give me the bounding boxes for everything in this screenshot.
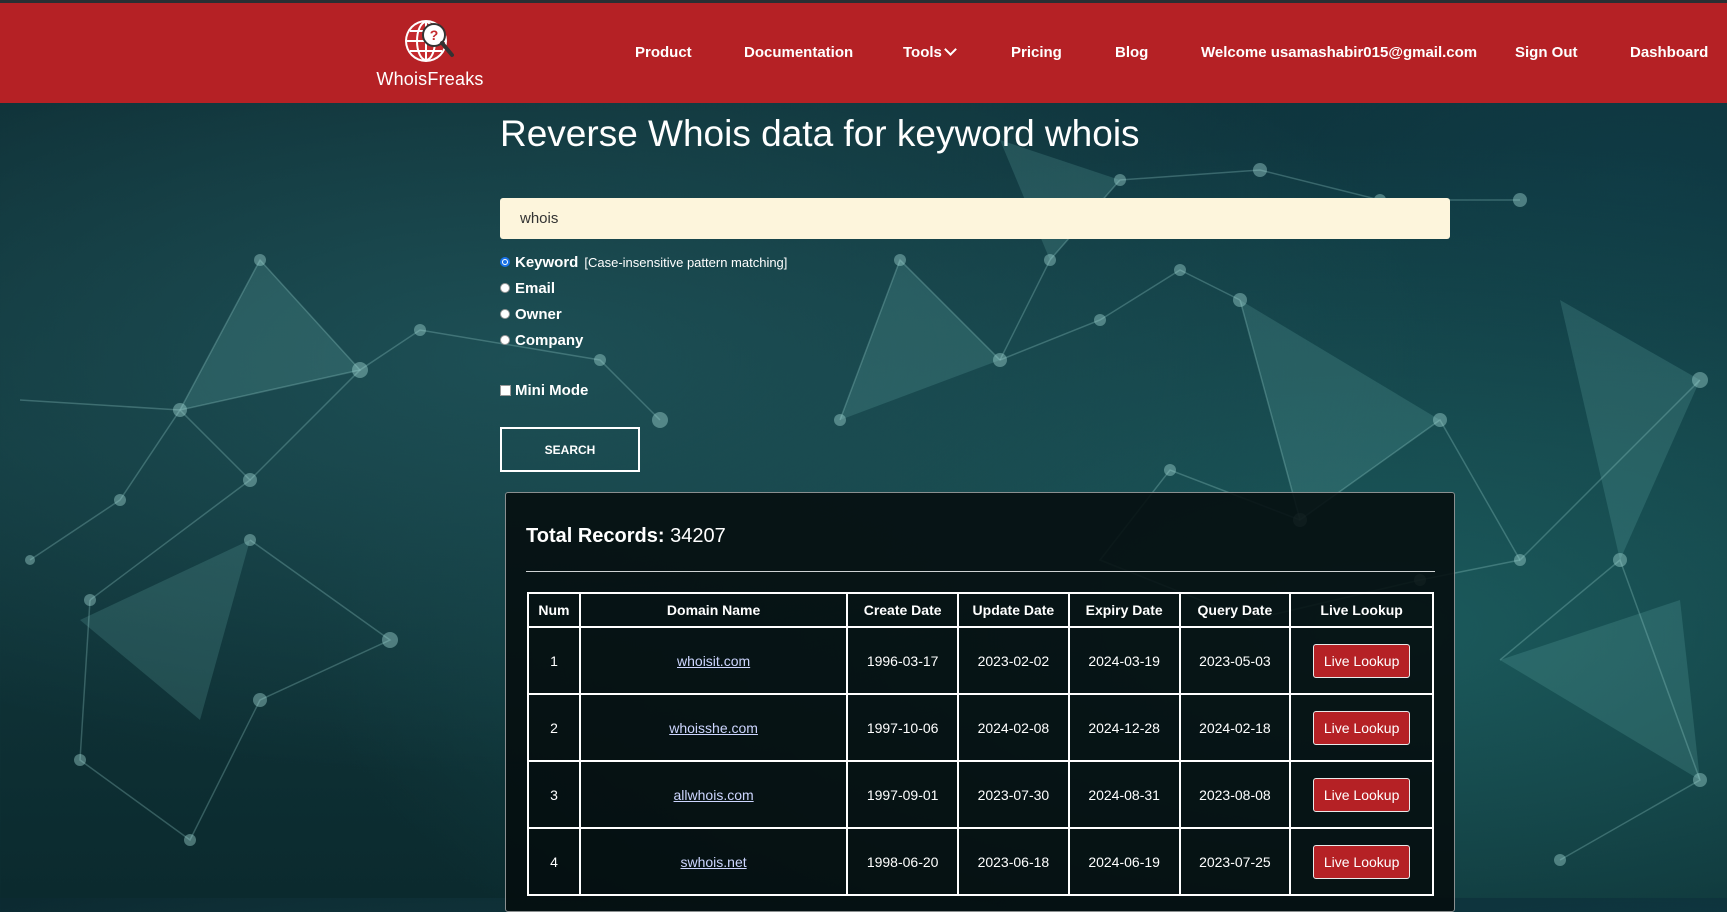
nav-welcome-user[interactable]: Welcome usamashabir015@gmail.com (1201, 44, 1477, 61)
cell-num: 1 (527, 626, 581, 695)
cell-expiry-date: 2024-06-19 (1067, 827, 1181, 896)
search-button[interactable]: SEARCH (500, 427, 640, 472)
total-records-value: 34207 (670, 525, 726, 547)
col-domain-name: Domain Name (578, 592, 849, 628)
mini-mode-checkbox[interactable]: Mini Mode (500, 380, 588, 400)
table-row: 1 whoisit.com 1996-03-17 2023-02-02 2024… (527, 626, 1434, 695)
domain-link[interactable]: allwhois.com (674, 787, 754, 803)
cell-num: 3 (527, 760, 581, 829)
cell-query-date: 2023-08-08 (1178, 760, 1292, 829)
radio-email[interactable]: Email (500, 278, 555, 298)
search-input[interactable] (500, 198, 1450, 239)
cell-update-date: 2023-07-30 (957, 760, 1070, 829)
col-num: Num (527, 592, 581, 628)
nav-documentation[interactable]: Documentation (744, 44, 853, 61)
col-expiry-date: Expiry Date (1067, 592, 1181, 628)
live-lookup-button[interactable]: Live Lookup (1312, 844, 1411, 879)
keyword-hint: [Case-insensitive pattern matching] (584, 254, 788, 270)
cell-expiry-date: 2024-03-19 (1067, 626, 1181, 695)
total-records: Total Records: 34207 (526, 525, 726, 548)
nav-tools-label: Tools (903, 44, 942, 61)
logo-text: WhoisFreaks (376, 69, 484, 89)
cell-domain: allwhois.com (578, 760, 849, 829)
mini-mode-label: Mini Mode (515, 381, 589, 399)
table-header-row: Num Domain Name Create Date Update Date … (527, 592, 1434, 628)
cell-create-date: 1998-06-20 (846, 827, 959, 896)
domain-link[interactable]: whoisit.com (677, 653, 750, 669)
radio-keyword[interactable]: Keyword [Case-insensitive pattern matchi… (500, 252, 787, 272)
page-title: Reverse Whois data for keyword whois (500, 113, 1140, 154)
nav-sign-out[interactable]: Sign Out (1515, 44, 1578, 61)
table-row: 3 allwhois.com 1997-09-01 2023-07-30 202… (527, 760, 1434, 829)
domain-link[interactable]: whoisshe.com (669, 720, 758, 736)
radio-company[interactable]: Company (500, 330, 583, 350)
col-live-lookup: Live Lookup (1289, 592, 1434, 628)
radio-owner[interactable]: Owner (500, 304, 562, 324)
cell-num: 2 (527, 693, 581, 762)
cell-query-date: 2024-02-18 (1178, 693, 1292, 762)
divider (526, 571, 1435, 572)
cell-live-lookup: Live Lookup (1289, 693, 1434, 762)
results-panel: Total Records: 34207 Num Domain Name Cre… (505, 492, 1455, 912)
cell-create-date: 1997-10-06 (846, 693, 959, 762)
cell-live-lookup: Live Lookup (1289, 760, 1434, 829)
domain-link[interactable]: swhois.net (681, 854, 747, 870)
nav-pricing[interactable]: Pricing (1011, 44, 1062, 61)
col-create-date: Create Date (846, 592, 959, 628)
cell-num: 4 (527, 827, 581, 896)
svg-text:?: ? (430, 27, 439, 43)
radio-button[interactable] (500, 283, 510, 293)
table-row: 2 whoisshe.com 1997-10-06 2024-02-08 202… (527, 693, 1434, 762)
col-query-date: Query Date (1178, 592, 1292, 628)
cell-update-date: 2023-06-18 (957, 827, 1070, 896)
nav-blog[interactable]: Blog (1115, 44, 1148, 61)
cell-update-date: 2023-02-02 (957, 626, 1070, 695)
cell-create-date: 1997-09-01 (846, 760, 959, 829)
col-update-date: Update Date (957, 592, 1070, 628)
radio-email-label: Email (515, 279, 556, 297)
cell-update-date: 2024-02-08 (957, 693, 1070, 762)
total-records-label: Total Records: (526, 525, 665, 547)
radio-button-checked[interactable] (500, 257, 510, 267)
live-lookup-button[interactable]: Live Lookup (1312, 710, 1411, 745)
cell-create-date: 1996-03-17 (846, 626, 959, 695)
cell-domain: whoisshe.com (578, 693, 849, 762)
radio-button[interactable] (500, 335, 510, 345)
site-logo[interactable]: ? WhoisFreaks (372, 17, 488, 95)
checkbox[interactable] (500, 384, 511, 396)
nav-tools[interactable]: Tools (903, 43, 957, 61)
nav-dashboard[interactable]: Dashboard (1630, 44, 1708, 61)
radio-keyword-label: Keyword (515, 253, 579, 271)
radio-company-label: Company (515, 331, 584, 349)
cell-expiry-date: 2024-08-31 (1067, 760, 1181, 829)
chevron-down-icon (944, 43, 957, 56)
live-lookup-button[interactable]: Live Lookup (1312, 777, 1411, 812)
cell-expiry-date: 2024-12-28 (1067, 693, 1181, 762)
cell-domain: whoisit.com (578, 626, 849, 695)
cell-live-lookup: Live Lookup (1289, 626, 1434, 695)
table-row: 4 swhois.net 1998-06-20 2023-06-18 2024-… (527, 827, 1434, 896)
radio-button[interactable] (500, 309, 510, 319)
cell-query-date: 2023-07-25 (1178, 827, 1292, 896)
nav-product[interactable]: Product (635, 44, 692, 61)
radio-owner-label: Owner (515, 305, 562, 323)
live-lookup-button[interactable]: Live Lookup (1312, 643, 1411, 678)
cell-query-date: 2023-05-03 (1178, 626, 1292, 695)
results-table: Num Domain Name Create Date Update Date … (527, 592, 1434, 896)
globe-magnifier-icon: ? (405, 20, 454, 62)
cell-live-lookup: Live Lookup (1289, 827, 1434, 896)
top-navbar: ? WhoisFreaks Product Documentation Tool… (0, 0, 1727, 103)
cell-domain: swhois.net (578, 827, 849, 896)
